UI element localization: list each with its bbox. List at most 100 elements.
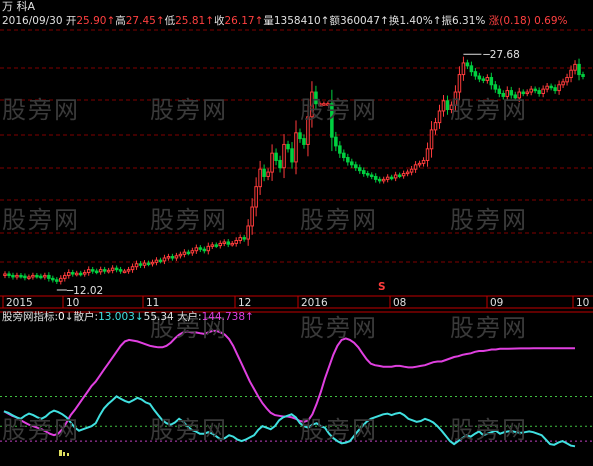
up-arrow-icon: ↑ [106,15,116,27]
candle-body [210,244,215,247]
quote-date: 2016/09/30 [2,15,63,27]
candle-body [238,237,242,242]
candle-body [385,176,390,180]
candle-body [138,263,143,266]
candle-body [561,81,565,86]
candle-body [469,65,474,73]
candle-body [262,168,266,177]
candle-body [178,253,183,257]
watermark: 股旁网 [150,416,228,444]
candle-body [55,279,59,282]
candle-body [529,88,533,93]
watermark: 股旁网 [450,314,528,342]
candle-body [445,100,450,111]
candle-body [389,176,394,180]
candle-body [162,257,167,262]
candle-body [11,274,15,278]
candle-body [154,259,159,263]
indicator-bar [59,450,62,456]
candle-body [397,174,402,178]
candle-body [47,274,51,279]
close-value: 26.17 [224,15,255,27]
low-label: 低 [164,15,176,27]
x-tick-label: 2015 [6,297,33,309]
candle-body [258,168,262,188]
candle-body [569,69,573,78]
candle-body [234,240,238,244]
watermark: 股旁网 [300,96,378,124]
indicator-source: 股旁网 [2,311,34,323]
signal-annotation: S [378,281,386,293]
turnover-label: 换 [388,15,400,27]
candle-body [533,88,537,92]
candle-body [122,270,127,274]
candle-body [63,274,67,279]
candle-body [190,250,195,254]
indicator-mid-value: 55.34 [143,311,174,323]
down-arrow-icon: ↓ [64,311,74,323]
high-annotation: ─27.68 [482,49,519,61]
candle-body [31,274,35,278]
amplitude-label: 振 [441,15,453,27]
candle-body [461,62,466,76]
amplitude-value: 6.31% [452,15,486,27]
candle-body [35,274,39,278]
candle-body [94,270,99,274]
candle-body [282,143,286,169]
watermark: 股旁网 [150,96,228,124]
candle-body [222,241,227,244]
candle-body [150,261,155,265]
candle-body [130,266,135,271]
candle-body [441,100,446,112]
candle-body [90,269,95,272]
indicator-index-label: 指标: [33,311,59,323]
candle-body [409,168,414,173]
candle-body [365,173,370,176]
indicator-header: 股旁网指标:0↓散户:13.003↓55.34 大户:144.738↑ [2,311,254,324]
candle-body [166,256,171,259]
watermark: 股旁网 [300,206,378,234]
candle-body [565,76,569,83]
candle-body [350,161,354,166]
candle-body [254,186,258,208]
low-annotation: ─12.02 [66,285,103,297]
candle-body [146,262,151,266]
x-tick-label: 12 [238,297,251,309]
candle-body [401,173,406,177]
candle-body [27,276,31,279]
candle-body [170,256,175,259]
candle-body [98,269,103,273]
change-value: (0.18) [499,15,531,27]
candle-body [278,159,282,169]
low-value: 25.81 [175,15,206,27]
up-arrow-icon: ↑ [155,15,165,27]
candle-body [294,132,298,163]
candle-body [373,175,378,180]
volume-value: 1358410 [273,15,321,27]
candle-body [342,152,346,159]
candle-body [433,122,438,131]
candle-body [298,132,302,140]
watermark: 股旁网 [300,416,378,444]
candle-body [126,269,131,272]
candle-body [357,167,362,172]
watermark: 股旁网 [2,416,80,444]
candle-body [51,277,55,281]
candle-body [361,170,366,175]
candle-body [206,245,211,252]
watermark: 股旁网 [300,314,378,342]
up-arrow-icon: ↑ [205,15,214,27]
candle-body [421,159,426,164]
candle-body [186,251,191,255]
candle-body [106,269,111,273]
candle-body [242,237,246,240]
candle-body [485,76,490,81]
candle-body [553,87,557,92]
candle-body [59,277,63,282]
candle-body [198,247,203,250]
candle-body [541,88,545,94]
candle-body [549,85,553,89]
candle-body [250,206,254,227]
high-label: 高 [115,15,126,27]
candle-body [493,84,498,90]
